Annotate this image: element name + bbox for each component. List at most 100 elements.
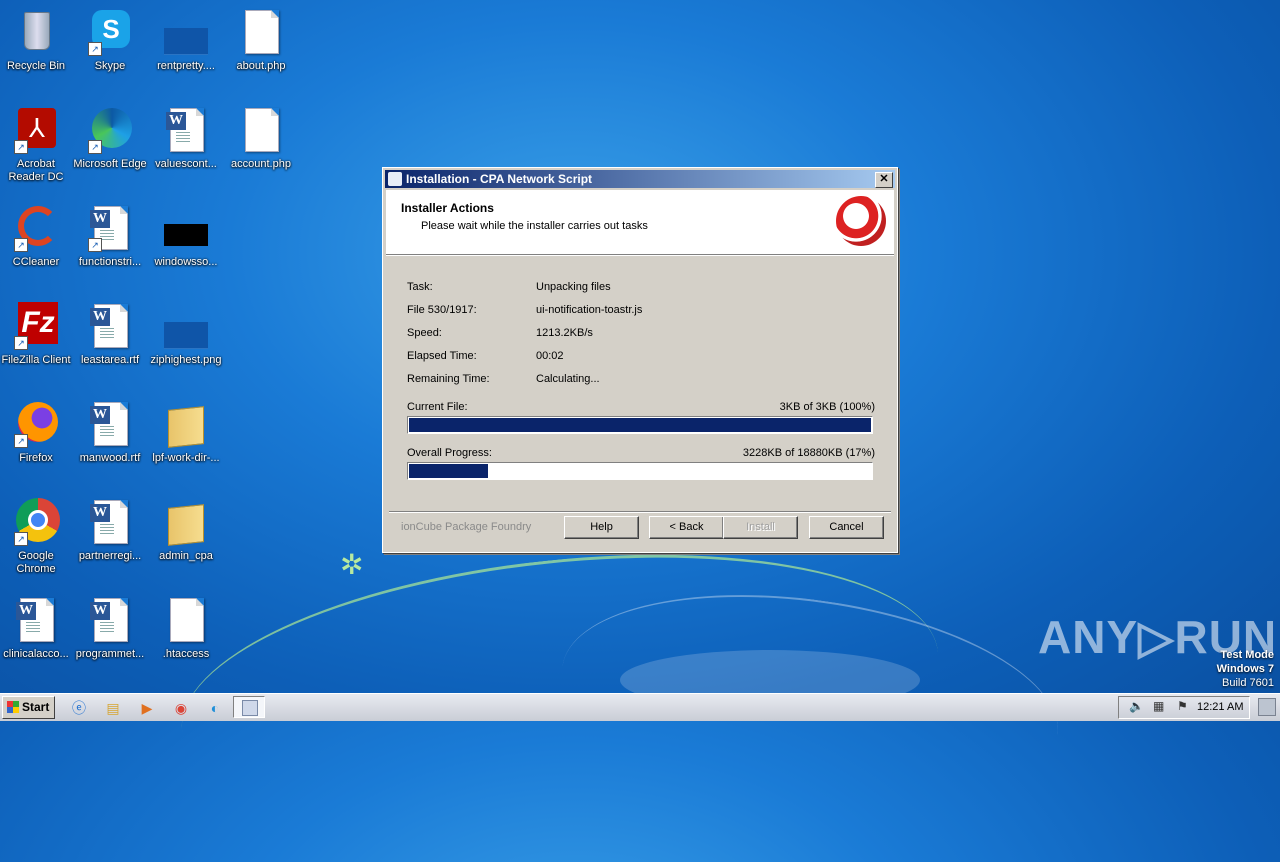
word-document-icon: W <box>86 400 134 448</box>
ccleaner-icon: ↗ <box>12 204 60 252</box>
desktop-icon-windowsso[interactable]: windowsso... <box>148 204 224 269</box>
cancel-button[interactable]: Cancel <box>809 516 884 539</box>
install-button[interactable]: Install <box>723 516 798 539</box>
chrome-taskbar-icon[interactable]: ◉ <box>171 698 191 718</box>
clock[interactable]: 12:21 AM <box>1197 701 1243 713</box>
start-button[interactable]: Start <box>2 696 55 719</box>
word-document-icon: W <box>162 106 210 154</box>
footer-divider <box>389 511 891 513</box>
desktop-icon-partnerregi[interactable]: W partnerregi... <box>72 498 148 563</box>
test-mode-line2: Windows 7 <box>1216 663 1274 675</box>
image-file-icon <box>162 302 210 350</box>
desktop-icon-programmet[interactable]: W programmet... <box>72 596 148 661</box>
wallpaper-leaf-icon: ✲ <box>340 549 364 580</box>
test-mode-label: Test Mode Windows 7 Build 7601 <box>1217 648 1274 690</box>
installer-taskbar-button[interactable] <box>233 696 265 718</box>
header-title: Installer Actions <box>401 201 494 215</box>
image-file-icon <box>162 8 210 56</box>
desktop-icon-admin-cpa[interactable]: admin_cpa <box>148 498 224 563</box>
word-document-icon: W <box>86 302 134 350</box>
desktop-icon-functionstri[interactable]: W ↗ functionstri... <box>72 204 148 269</box>
desktop-icon-ziphighest[interactable]: ziphighest.png <box>148 302 224 367</box>
desktop-icon-about-php[interactable]: about.php <box>223 8 299 73</box>
shortcut-arrow-icon: ↗ <box>88 42 102 56</box>
task-value: Unpacking files <box>536 281 611 293</box>
desktop-icon-htaccess[interactable]: .htaccess <box>148 596 224 661</box>
word-document-icon: W ↗ <box>86 204 134 252</box>
cpa-logo-icon <box>836 196 886 246</box>
desktop-icon-rentpretty[interactable]: rentpretty.... <box>148 8 224 73</box>
word-document-icon: W <box>86 498 134 546</box>
desktop-icon-recycle-bin[interactable]: Recycle Bin <box>0 8 74 73</box>
desktop-icon-acrobat[interactable]: ⅄ ↗ Acrobat Reader DC <box>0 106 74 184</box>
header-subtitle: Please wait while the installer carries … <box>421 220 648 232</box>
current-file-status: 3KB of 3KB (100%) <box>779 401 875 413</box>
elapsed-label: Elapsed Time: <box>407 350 477 362</box>
desktop-icon-account-php[interactable]: account.php <box>223 106 299 171</box>
test-mode-line3: Build 7601 <box>1222 677 1274 689</box>
back-button[interactable]: < Back <box>649 516 724 539</box>
remaining-value: Calculating... <box>536 373 600 385</box>
speed-value: 1213.2KB/s <box>536 327 593 339</box>
skype-icon: S ↗ <box>86 8 134 56</box>
installer-taskbar-icon <box>242 700 258 716</box>
speed-label: Speed: <box>407 327 442 339</box>
show-desktop-button[interactable] <box>1258 698 1276 716</box>
overall-progress-status: 3228KB of 18880KB (17%) <box>742 447 875 459</box>
desktop-icon-ccleaner[interactable]: ↗ CCleaner <box>0 204 74 269</box>
help-button[interactable]: Help <box>564 516 639 539</box>
current-file-progress-fill <box>409 418 871 432</box>
brand-label: ionCube Package Foundry <box>401 521 536 533</box>
shortcut-arrow-icon: ↗ <box>14 336 28 350</box>
action-center-flag-icon[interactable]: ⚑ <box>1177 699 1188 713</box>
acrobat-icon: ⅄ ↗ <box>12 106 60 154</box>
overall-progress-bar <box>407 462 873 480</box>
windows-logo-icon <box>7 701 19 713</box>
desktop-icon-lpf-work-dir[interactable]: lpf-work-dir-... <box>148 400 224 465</box>
network-icon[interactable]: ▦ <box>1153 699 1164 713</box>
shortcut-arrow-icon: ↗ <box>14 532 28 546</box>
file-value: ui-notification-toastr.js <box>536 304 643 316</box>
dialog-title: Installation - CPA Network Script <box>406 172 593 186</box>
close-button[interactable]: ✕ <box>875 172 893 188</box>
desktop-icon-chrome[interactable]: ↗ Google Chrome <box>0 498 74 576</box>
file-icon <box>237 8 285 56</box>
desktop-icon-clinicalacco[interactable]: W clinicalacco... <box>0 596 74 661</box>
volume-icon[interactable]: 🔈 <box>1129 699 1144 713</box>
folder-icon <box>162 498 210 546</box>
dialog-titlebar[interactable]: Installation - CPA Network Script ✕ <box>385 170 895 188</box>
start-label: Start <box>22 700 50 714</box>
chrome-icon: ↗ <box>12 498 60 546</box>
installer-dialog: Installation - CPA Network Script ✕ Inst… <box>382 167 898 553</box>
desktop-icon-edge[interactable]: ↗ Microsoft Edge <box>72 106 148 171</box>
filezilla-icon: Fz ↗ <box>12 302 60 350</box>
desktop-icon-firefox[interactable]: ↗ Firefox <box>0 400 74 465</box>
desktop-icon-valuescont[interactable]: W valuescont... <box>148 106 224 171</box>
dialog-header: Installer Actions Please wait while the … <box>386 190 894 255</box>
desktop-icon-skype[interactable]: S ↗ Skype <box>72 8 148 73</box>
file-explorer-icon[interactable]: ▤ <box>103 698 123 718</box>
remaining-label: Remaining Time: <box>407 373 490 385</box>
desktop-icon-leastarea[interactable]: W leastarea.rtf <box>72 302 148 367</box>
taskbar: Start ⓔ ▤ ▶ ◉ ◐ 🔈 ▦ ⚑ 12:21 AM <box>0 693 1280 721</box>
shortcut-arrow-icon: ↗ <box>88 140 102 154</box>
divider <box>386 255 894 256</box>
desktop-icon-manwood[interactable]: W manwood.rtf <box>72 400 148 465</box>
current-file-label: Current File: <box>407 401 468 413</box>
shortcut-arrow-icon: ↗ <box>14 140 28 154</box>
internet-explorer-icon[interactable]: ⓔ <box>69 698 89 718</box>
file-icon <box>162 596 210 644</box>
test-mode-line1: Test Mode <box>1220 649 1274 661</box>
edge-icon: ↗ <box>86 106 134 154</box>
image-file-icon <box>162 204 210 252</box>
media-player-icon[interactable]: ▶ <box>137 698 157 718</box>
recycle-bin-icon <box>12 8 60 56</box>
edge-taskbar-icon[interactable]: ◐ <box>205 698 225 718</box>
task-label: Task: <box>407 281 433 293</box>
elapsed-value: 00:02 <box>536 350 564 362</box>
desktop-icon-filezilla[interactable]: Fz ↗ FileZilla Client <box>0 302 74 367</box>
overall-progress-label: Overall Progress: <box>407 447 492 459</box>
firefox-icon: ↗ <box>12 400 60 448</box>
file-icon <box>237 106 285 154</box>
shortcut-arrow-icon: ↗ <box>14 238 28 252</box>
